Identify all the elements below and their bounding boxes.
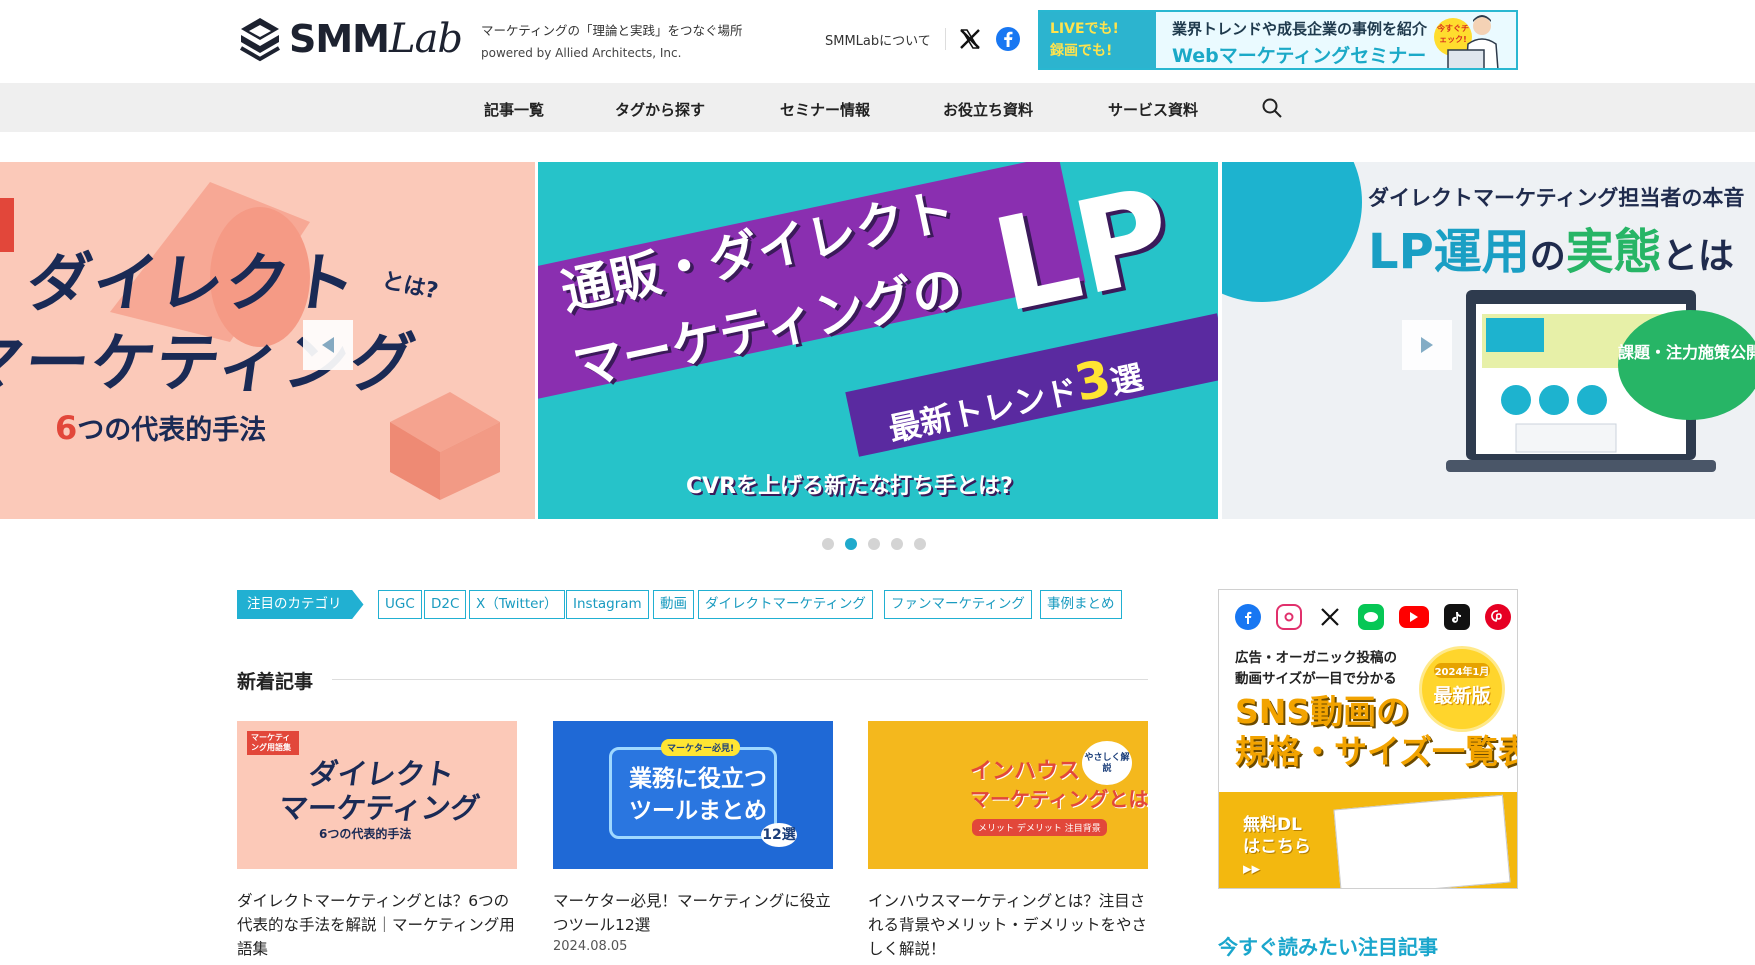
youtube-icon — [1399, 606, 1429, 628]
chevron-left-icon — [322, 337, 334, 353]
article-thumbnail: マーケティング用語集 ダイレクト マーケティング 6つの代表的手法 — [237, 721, 517, 869]
thumb-badge: マーケティング用語集 — [247, 731, 299, 755]
thumb-sub: 6つの代表的手法 — [319, 827, 412, 841]
about-link[interactable]: SMMLabについて — [825, 30, 931, 49]
thumb-line1: 業務に役立つ — [629, 766, 767, 792]
slide-corner-shape — [1222, 162, 1362, 302]
category-tag-ugc[interactable]: UGC — [378, 590, 422, 619]
carousel-slide-active[interactable]: 通販・ダイレクト マーケティングの LP 最新トレンド3選 CVRを上げる新たな… — [538, 162, 1218, 519]
carousel-next-button[interactable] — [1402, 320, 1452, 370]
carousel-dot[interactable] — [891, 538, 903, 550]
slide-left-line1: ダイレクト — [21, 247, 363, 321]
nav-item-articles[interactable]: 記事一覧 — [484, 99, 544, 120]
section-divider — [332, 679, 1148, 680]
carousel-slide-prev[interactable]: ダイレクト マーケティング とは? 6つの代表的手法 — [0, 162, 535, 519]
slide-left-sub: 6つの代表的手法 — [55, 409, 267, 447]
slide-left-toha: とは? — [379, 268, 441, 305]
powered-by-text: powered by Allied Architects, Inc. — [481, 46, 682, 60]
carousel-dot[interactable] — [868, 538, 880, 550]
carousel-prev-button[interactable] — [303, 320, 353, 370]
header-divider — [945, 28, 946, 50]
document-preview-icon — [1333, 794, 1511, 888]
instagram-icon — [1276, 604, 1302, 630]
slide-center-lp: LP — [982, 162, 1185, 342]
ad-title: SNS動画の 規格・サイズ一覧表 — [1235, 692, 1518, 771]
chevron-right-icon — [1421, 337, 1433, 353]
search-icon[interactable] — [1261, 97, 1283, 119]
tiktok-icon — [1444, 604, 1470, 630]
slide-right-line1: ダイレクトマーケティング担当者の本音 — [1368, 186, 1745, 210]
carousel-dot[interactable] — [914, 538, 926, 550]
smmlab-logo-icon — [239, 18, 281, 62]
facebook-icon — [1235, 604, 1261, 630]
ad-download-area: 無料DL はこちら ▸▸ — [1219, 792, 1517, 888]
category-tag-x-twitter[interactable]: X（Twitter） — [469, 590, 565, 619]
sns-video-size-ad[interactable]: 広告・オーガニック投稿の 動画サイズが一目で分かる 2024年1月 最新版 SN… — [1218, 589, 1518, 889]
nav-item-seminars[interactable]: セミナー情報 — [780, 99, 870, 120]
article-date: 2024.08.05 — [553, 939, 628, 954]
nav-item-resources[interactable]: お役立ち資料 — [943, 99, 1033, 120]
category-tag-case-studies[interactable]: 事例まとめ — [1040, 590, 1122, 619]
thumb-badge: やさしく解説 — [1082, 741, 1132, 785]
slide-left-line2: マーケティング — [0, 327, 422, 401]
seminar-text: 業界トレンドや成長企業の事例を紹介 Webマーケティングセミナー 今すぐチェック… — [1156, 12, 1516, 68]
seminar-live-label: LIVEでも! 録画でも! — [1040, 12, 1156, 68]
article-title[interactable]: インハウスマーケティングとは？注目される背景やメリット・デメリットをやさしく解説… — [868, 889, 1148, 961]
logo-wordmark: SMMLab — [289, 16, 463, 62]
article-thumbnail: やさしく解説 インハウス マーケティングとは メリット デメリット 注目背景 — [868, 721, 1148, 869]
facebook-icon[interactable] — [996, 27, 1020, 51]
slide-tag-strip — [0, 198, 14, 252]
seminar-banner[interactable]: LIVEでも! 録画でも! 業界トレンドや成長企業の事例を紹介 Webマーケティ… — [1038, 10, 1518, 70]
x-icon[interactable] — [958, 27, 982, 51]
sns-icon-row — [1235, 604, 1511, 630]
category-tag-fan-marketing[interactable]: ファンマーケティング — [884, 590, 1032, 619]
article-card[interactable]: マーケター必見! 業務に役立つ ツールまとめ 12選 マーケター必見！マーケティ… — [553, 721, 833, 954]
thumb-line1: インハウス — [970, 759, 1081, 784]
thumb-sub: 12選 — [761, 823, 797, 847]
hero-carousel: ダイレクト マーケティング とは? 6つの代表的手法 通販・ダイレクト マーケテ… — [0, 162, 1755, 519]
nav-item-tags[interactable]: タグから探す — [615, 99, 705, 120]
slide-center-cta: CVRを上げる新たな打ち手とは? — [686, 474, 1013, 499]
article-title[interactable]: マーケター必見！マーケティングに役立つツール12選 — [553, 889, 833, 937]
article-card[interactable]: やさしく解説 インハウス マーケティングとは メリット デメリット 注目背景 イ… — [868, 721, 1148, 963]
site-logo[interactable]: SMMLab — [237, 14, 463, 64]
carousel-slide-next[interactable]: ダイレクトマーケティング担当者の本音 LP運用の実態とは 課題・注力施策公開 — [1222, 162, 1755, 519]
line-icon — [1358, 604, 1384, 630]
thumb-line2: マーケティング — [276, 791, 482, 825]
category-tag-d2c[interactable]: D2C — [424, 590, 467, 619]
thumb-line2: マーケティングとは — [970, 787, 1148, 811]
featured-articles-heading: 今すぐ読みたい注目記事 — [1218, 935, 1438, 959]
main-nav: 記事一覧 タグから探す セミナー情報 お役立ち資料 サービス資料 — [0, 83, 1755, 132]
carousel-dot-active[interactable] — [845, 538, 857, 550]
category-tag-video[interactable]: 動画 — [653, 590, 694, 619]
nav-item-service-docs[interactable]: サービス資料 — [1108, 99, 1198, 120]
featured-category-label: 注目のカテゴリ — [237, 590, 364, 619]
category-tag-direct-marketing[interactable]: ダイレクトマーケティング — [698, 590, 873, 619]
thumb-sub: メリット デメリット 注目背景 — [972, 819, 1107, 836]
pinterest-icon — [1485, 604, 1511, 630]
carousel-dots — [822, 538, 926, 550]
carousel-dot[interactable] — [822, 538, 834, 550]
x-icon — [1317, 604, 1343, 630]
article-thumbnail: マーケター必見! 業務に役立つ ツールまとめ 12選 — [553, 721, 833, 869]
person-illustration-icon — [1447, 15, 1499, 68]
ad-download-label: 無料DL はこちら ▸▸ — [1243, 815, 1311, 879]
thumb-line2: ツールまとめ — [629, 798, 767, 824]
slide-right-line2: LP運用の実態とは — [1368, 224, 1734, 280]
new-articles-title: 新着記事 — [237, 671, 314, 693]
category-tag-instagram[interactable]: Instagram — [566, 590, 649, 619]
tagline-text: マーケティングの「理論と実践」をつなぐ場所 — [481, 23, 743, 38]
ad-description: 広告・オーガニック投稿の 動画サイズが一目で分かる — [1235, 650, 1397, 687]
article-title[interactable]: ダイレクトマーケティングとは？6つの代表的な手法を解説｜マーケティング用語集 — [237, 889, 517, 961]
site-header: SMMLab マーケティングの「理論と実践」をつなぐ場所 powered by … — [0, 0, 1755, 83]
article-card[interactable]: マーケティング用語集 ダイレクト マーケティング 6つの代表的手法 ダイレクトマ… — [237, 721, 517, 963]
site-tagline: マーケティングの「理論と実践」をつなぐ場所 powered by Allied … — [481, 19, 743, 65]
thumb-badge: マーケター必見! — [661, 739, 741, 756]
slide-right-bubble: 課題・注力施策公開 — [1618, 310, 1755, 420]
